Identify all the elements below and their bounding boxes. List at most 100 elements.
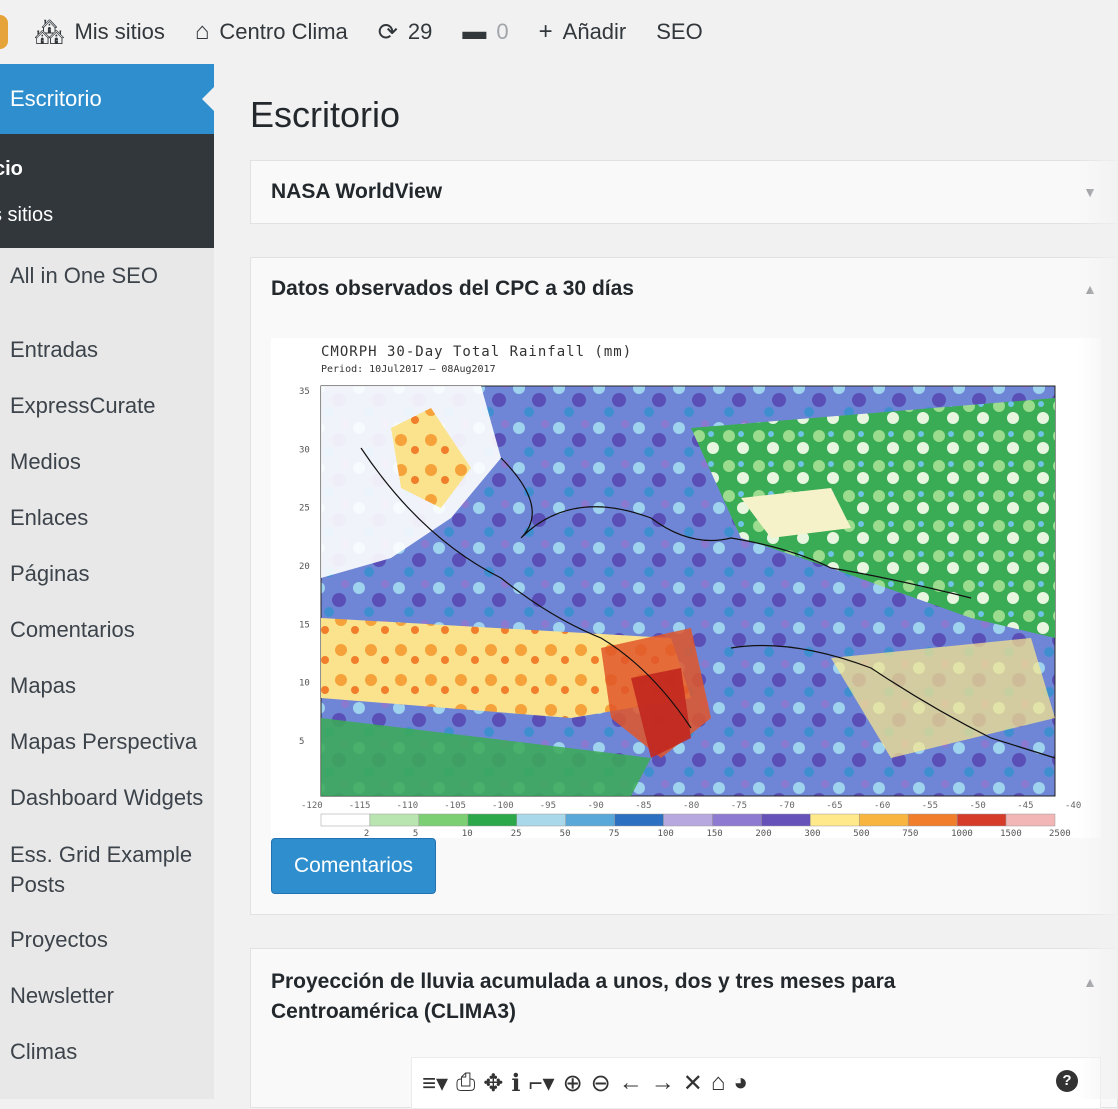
y-tick-label: 30 — [299, 445, 310, 455]
x-tick-label: -90 — [588, 801, 604, 811]
add-new-menu[interactable]: + Añadir — [539, 18, 627, 46]
rainfall-map-image: CMORPH 30-Day Total Rainfall (mm) Period… — [271, 338, 1101, 838]
collapse-toggle-icon[interactable]: ▲ — [1083, 281, 1097, 297]
home-icon: ⌂ — [194, 18, 210, 45]
sidebar-item-medios[interactable]: Medios — [0, 434, 214, 490]
widget-header[interactable]: Proyección de lluvia acumulada a unos, d… — [251, 949, 1117, 1027]
y-tick-label: 10 — [299, 679, 310, 689]
select-menu-icon[interactable]: ⌐▾ — [529, 1069, 555, 1098]
sidebar-item-escritorio[interactable]: Escritorio — [0, 64, 215, 134]
sidebar-item-proyectos[interactable]: Proyectos — [0, 912, 214, 968]
sidebar-item-newsletter[interactable]: Newsletter — [0, 968, 214, 1024]
collapse-toggle-icon[interactable]: ▼ — [1083, 184, 1097, 200]
x-tick-label: -60 — [874, 801, 890, 811]
collapse-toggle-icon[interactable]: ▲ — [1083, 967, 1097, 997]
submenu-item-inicio[interactable]: cio — [0, 152, 214, 198]
colorbar-swatch — [956, 813, 1007, 827]
print-icon[interactable]: ⎙ — [456, 1069, 475, 1097]
colorbar-label: 1000 — [951, 829, 973, 838]
colorbar-swatch — [810, 813, 860, 827]
sidebar-item-climas[interactable]: Climas — [0, 1024, 214, 1080]
y-tick-label: 35 — [299, 387, 310, 397]
x-tick-label: -45 — [1017, 801, 1033, 811]
main-content: Escritorio NASA WorldView ▼ Datos observ… — [250, 64, 1118, 1109]
sidebar-menu-list: All in One SEO Entradas ExpressCurate Me… — [0, 248, 214, 1080]
colorbar-label: 2 — [364, 829, 369, 838]
seo-label: SEO — [656, 19, 703, 44]
colorbar-swatch — [712, 813, 762, 827]
sidebar-item-mapas-perspectiva[interactable]: Mapas Perspectiva — [0, 714, 214, 770]
widget-title: Datos observados del CPC a 30 días — [271, 277, 634, 300]
info-icon[interactable]: ℹ — [511, 1069, 520, 1098]
site-name-label: Centro Clima — [219, 19, 348, 44]
colorbar-swatch — [369, 813, 420, 827]
zoom-in-icon[interactable]: ⊕ — [563, 1069, 583, 1098]
colorbar-swatch — [907, 813, 958, 827]
help-icon[interactable]: ? — [1056, 1070, 1078, 1092]
colorbar-label: 2500 — [1049, 829, 1071, 838]
admin-sidebar: Escritorio cio s sitios All in One SEO E… — [0, 64, 215, 1099]
wordpress-logo-icon[interactable] — [0, 15, 8, 49]
colorbar-swatch — [565, 813, 615, 827]
updates-count: 29 — [407, 19, 433, 44]
sidebar-item-comentarios[interactable]: Comentarios — [0, 602, 214, 658]
comentarios-button[interactable]: Comentarios — [271, 838, 437, 894]
sidebar-item-entradas[interactable]: Entradas — [0, 322, 214, 378]
sidebar-item-paginas[interactable]: Páginas — [0, 546, 214, 602]
colorbar-label: 750 — [902, 829, 918, 838]
x-tick-label: -40 — [1065, 801, 1081, 811]
colorbar-label: 10 — [462, 829, 473, 838]
y-tick-label: 5 — [299, 737, 304, 747]
y-axis-ticks: 35 30 25 20 15 10 5 — [299, 387, 310, 747]
widget-header[interactable]: Datos observados del CPC a 30 días ▲ — [251, 258, 1117, 320]
colorbar-swatch — [467, 813, 517, 827]
x-tick-label: -95 — [540, 801, 556, 811]
colorbar-swatch — [418, 813, 469, 827]
colorbar-legend: 2 5 10 25 50 75 100 150 200 300 500 750 1000 1500 2500 — [320, 813, 1071, 838]
seo-menu[interactable]: SEO — [656, 19, 702, 45]
widget-title: Proyección de lluvia acumulada a unos, d… — [271, 970, 896, 1023]
site-name-menu[interactable]: ⌂ Centro Clima — [195, 18, 348, 46]
comments-count: 0 — [496, 19, 509, 44]
forward-arrow-icon[interactable]: → — [651, 1069, 675, 1097]
map-toolbar: ≡▾ ⎙ ✥ ℹ ⌐▾ ⊕ ⊖ ← → ✕ ⌂ ◕ ? — [411, 1057, 1101, 1109]
colorbar-label: 100 — [658, 829, 674, 838]
sidebar-submenu: cio s sitios — [0, 134, 214, 248]
widget-title: NASA WorldView — [271, 180, 443, 203]
colorbar-swatch — [516, 813, 566, 827]
zoom-out-icon[interactable]: ⊖ — [591, 1069, 611, 1098]
sidebar-item-dashboard-widgets[interactable]: Dashboard Widgets — [0, 770, 214, 826]
sidebar-item-all-in-one-seo[interactable]: All in One SEO — [0, 248, 214, 304]
comments-menu[interactable]: ▬ 0 — [462, 18, 508, 46]
bookmark-icon[interactable]: ⌂ — [711, 1069, 726, 1097]
y-tick-label: 15 — [299, 620, 310, 630]
active-pointer-icon — [202, 86, 215, 112]
x-tick-label: -80 — [683, 801, 699, 811]
widget-cpc-30-days: Datos observados del CPC a 30 días ▲ CMO… — [250, 257, 1118, 915]
y-tick-label: 20 — [299, 562, 310, 572]
sidebar-item-ess-grid[interactable]: Ess. Grid Example Posts — [0, 826, 214, 912]
back-arrow-icon[interactable]: ← — [619, 1069, 643, 1097]
colorbar-swatch — [614, 813, 664, 827]
pan-icon[interactable]: ✥ — [483, 1069, 503, 1098]
widget-clima3-projection: Proyección de lluvia acumulada a unos, d… — [250, 948, 1118, 1109]
sidebar-item-expresscurate[interactable]: ExpressCurate — [0, 378, 214, 434]
x-tick-label: -110 — [397, 801, 419, 811]
sites-icon: 🏘︎ — [34, 18, 65, 46]
x-tick-label: -85 — [635, 801, 651, 811]
add-new-label: Añadir — [562, 19, 627, 44]
layers-menu-icon[interactable]: ≡▾ — [422, 1069, 448, 1098]
updates-menu[interactable]: ⟳ 29 — [378, 18, 433, 47]
x-tick-label: -105 — [444, 801, 466, 811]
x-axis-ticks: -120 -115 -110 -105 -100 -95 -90 -85 -80 -75 -70 -6… — [301, 801, 1081, 811]
widget-header[interactable]: NASA WorldView ▼ — [251, 161, 1117, 223]
sidebar-item-enlaces[interactable]: Enlaces — [0, 490, 214, 546]
submenu-item-mis-sitios[interactable]: s sitios — [0, 198, 214, 244]
x-tick-label: -75 — [731, 801, 747, 811]
globe-icon[interactable]: ◕ — [733, 1069, 748, 1097]
my-sites-menu[interactable]: 🏘︎ Mis sitios — [34, 18, 165, 47]
sidebar-item-label: Escritorio — [10, 86, 102, 111]
colorbar-swatch — [663, 813, 713, 827]
full-extent-icon[interactable]: ✕ — [683, 1069, 703, 1098]
sidebar-item-mapas[interactable]: Mapas — [0, 658, 214, 714]
